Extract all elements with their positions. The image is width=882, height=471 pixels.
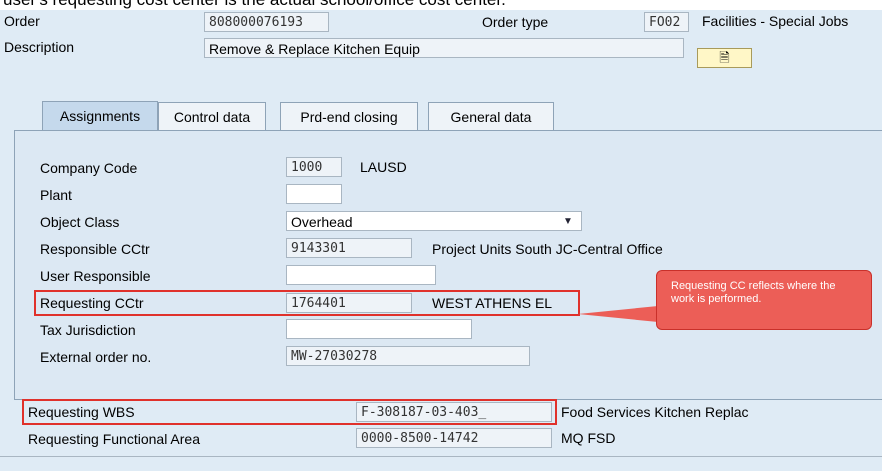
bottom-scroll-area bbox=[0, 456, 882, 471]
responsible-cctr-label: Responsible CCtr bbox=[40, 241, 150, 257]
order-type-field[interactable]: FO02 bbox=[644, 12, 689, 32]
tax-jurisdiction-field[interactable] bbox=[286, 319, 472, 339]
requesting-cctr-description: WEST ATHENS EL bbox=[432, 295, 553, 311]
long-text-button[interactable]: 🗎 bbox=[697, 48, 752, 68]
tab-control-data[interactable]: Control data bbox=[158, 102, 266, 130]
requesting-functional-area-field[interactable]: 0000-8500-14742 bbox=[356, 428, 552, 448]
document-edit-icon: 🗎 bbox=[719, 50, 730, 65]
tab-prd-end-closing[interactable]: Prd-end closing bbox=[280, 102, 418, 130]
tab-general-data[interactable]: General data bbox=[428, 102, 554, 130]
object-class-label: Object Class bbox=[40, 214, 120, 230]
tab-assignments[interactable]: Assignments bbox=[42, 101, 158, 131]
company-code-field[interactable]: 1000 bbox=[286, 157, 342, 177]
company-code-label: Company Code bbox=[40, 160, 138, 176]
order-number-field[interactable]: 808000076193 bbox=[204, 12, 329, 32]
callout-pointer bbox=[578, 306, 658, 322]
external-order-field[interactable]: MW-27030278 bbox=[286, 346, 530, 366]
external-order-label: External order no. bbox=[40, 349, 152, 365]
company-code-description: LAUSD bbox=[360, 159, 407, 175]
requesting-wbs-label: Requesting WBS bbox=[28, 404, 135, 420]
plant-label: Plant bbox=[40, 187, 72, 203]
description-label: Description bbox=[4, 39, 75, 55]
requesting-wbs-field[interactable]: F-308187-03-403_ bbox=[356, 402, 552, 422]
caption-strip: user's requesting cost center is the act… bbox=[0, 0, 882, 10]
requesting-functional-area-label: Requesting Functional Area bbox=[28, 431, 200, 447]
responsible-cctr-description: Project Units South JC-Central Office bbox=[432, 241, 663, 257]
requesting-cctr-field[interactable]: 1764401 bbox=[286, 293, 412, 313]
user-responsible-field[interactable] bbox=[286, 265, 436, 285]
order-type-label: Order type bbox=[482, 14, 549, 30]
order-label: Order bbox=[4, 13, 40, 29]
annotation-callout: Requesting CC reflects where the work is… bbox=[656, 270, 872, 330]
requesting-functional-area-description: MQ FSD bbox=[561, 430, 616, 446]
caption-text: user's requesting cost center is the act… bbox=[3, 0, 506, 10]
tax-jurisdiction-label: Tax Jurisdiction bbox=[40, 322, 136, 338]
responsible-cctr-field[interactable]: 9143301 bbox=[286, 238, 412, 258]
plant-field[interactable] bbox=[286, 184, 342, 204]
user-responsible-label: User Responsible bbox=[40, 268, 151, 284]
chevron-down-icon[interactable]: ▼ bbox=[563, 216, 573, 227]
sap-order-screen: Order 808000076193 Order type FO02 Facil… bbox=[0, 10, 882, 471]
object-class-select[interactable]: Overhead bbox=[286, 211, 582, 231]
order-type-description: Facilities - Special Jobs bbox=[702, 13, 849, 29]
description-field[interactable]: Remove & Replace Kitchen Equip bbox=[204, 38, 684, 58]
requesting-cctr-label: Requesting CCtr bbox=[40, 295, 144, 311]
requesting-wbs-description: Food Services Kitchen Replac bbox=[561, 404, 749, 420]
